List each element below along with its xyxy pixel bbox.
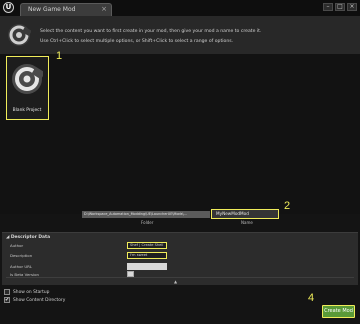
instruction-text-2: Use Ctrl+Click to select multiple option… — [40, 39, 234, 44]
name-label: Name — [241, 220, 253, 225]
template-label: Blank Project — [12, 108, 42, 113]
tab-new-game-mod[interactable]: New Game Mod × — [20, 3, 112, 16]
collapse-arrow-icon[interactable]: ▲ — [174, 279, 177, 284]
author-label: Author — [10, 243, 24, 248]
minimize-icon[interactable]: – — [323, 3, 333, 11]
template-blank-project[interactable]: Blank Project — [6, 56, 49, 120]
blank-project-icon — [12, 64, 43, 94]
close-window-icon[interactable]: × — [347, 3, 357, 11]
tab-title: New Game Mod — [28, 6, 76, 13]
title-bar: U New Game Mod × – □ × — [0, 0, 360, 16]
folder-label: Folder — [141, 220, 154, 225]
maximize-icon[interactable]: □ — [335, 3, 345, 11]
description-label: Description — [10, 253, 33, 258]
show-content-dir-label: Show Content Directory — [13, 297, 66, 303]
template-list — [0, 54, 360, 214]
folder-path-field[interactable]: D:\Workspace_Automation_Modding\UE\Launc… — [82, 211, 210, 218]
show-on-startup-checkbox[interactable] — [4, 289, 10, 295]
callout-4: 4 — [308, 292, 315, 304]
create-mod-button[interactable]: Create Mod — [322, 305, 355, 318]
description-input[interactable]: I'm sweet — [127, 252, 167, 259]
callout-2: 2 — [284, 200, 291, 212]
descriptor-panel: ◢ Descriptor Data Author Shef | Create S… — [2, 232, 358, 285]
descriptor-header[interactable]: ◢ Descriptor Data — [6, 235, 50, 240]
unreal-logo-icon: U — [3, 2, 14, 13]
mod-name-input[interactable]: MyNewModMod — [211, 209, 279, 219]
show-on-startup-option[interactable]: Show on Startup — [4, 289, 49, 295]
author-input[interactable]: Shef | Create Shell — [127, 242, 167, 249]
wizard-header: Select the content you want to first cre… — [0, 16, 360, 54]
author-url-label: Author URL — [10, 264, 33, 269]
tab-close-icon[interactable]: × — [101, 5, 107, 13]
callout-1: 1 — [56, 50, 63, 62]
author-url-input[interactable] — [127, 263, 167, 270]
show-content-dir-option[interactable]: ✔ Show Content Directory — [4, 297, 65, 303]
descriptor-divider — [6, 277, 354, 278]
mod-template-icon — [8, 24, 31, 46]
show-on-startup-label: Show on Startup — [13, 289, 50, 295]
instruction-text-1: Select the content you want to first cre… — [40, 29, 262, 34]
window-controls: – □ × — [323, 3, 357, 11]
show-content-dir-checkbox[interactable]: ✔ — [4, 297, 10, 303]
